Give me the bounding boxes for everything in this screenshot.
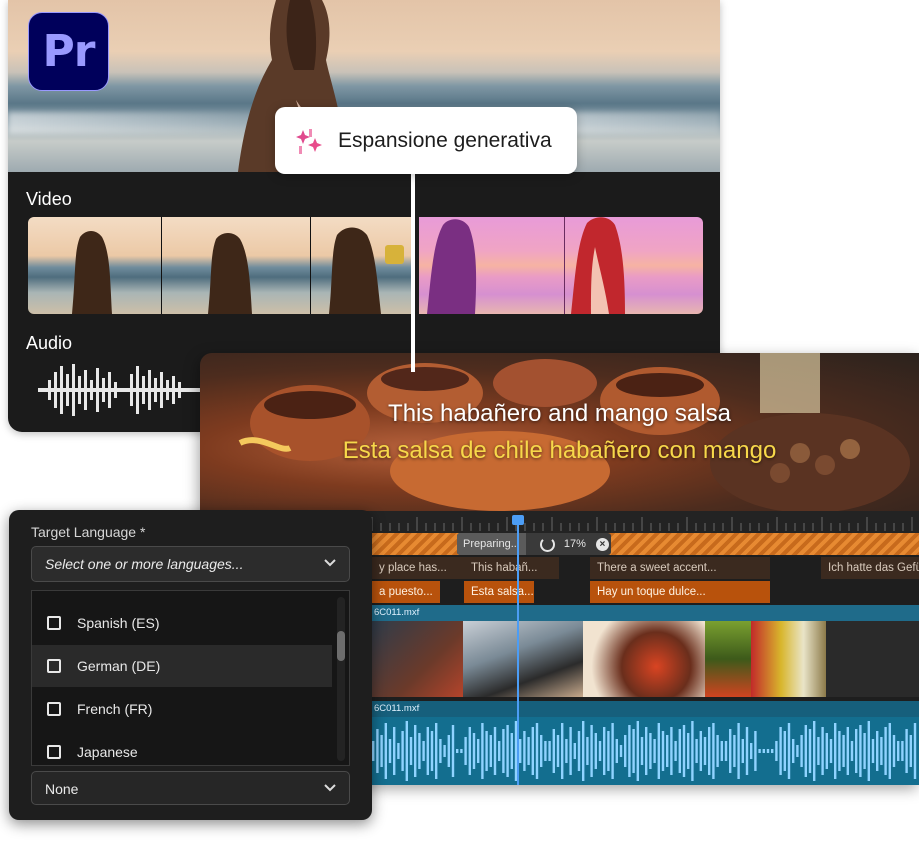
language-option-label: Japanese: [77, 744, 138, 760]
language-option-label: German (DE): [77, 658, 161, 674]
language-option-french[interactable]: French (FR): [32, 688, 332, 730]
generative-sparkle-icon: [296, 128, 322, 154]
loading-spinner-icon: [539, 536, 555, 552]
target-language-label: Target Language *: [31, 524, 146, 540]
caption-clip[interactable]: y place has...: [372, 557, 467, 579]
caption-track-translated: a puesto... Esta salsa... Hay un toque d…: [372, 581, 919, 603]
video-track[interactable]: [372, 621, 919, 697]
caption-clip[interactable]: There a sweet accent...: [590, 557, 770, 579]
scrollbar-thumb[interactable]: [337, 631, 345, 661]
video-clip-header[interactable]: 6C011.mxf: [372, 605, 919, 621]
checkbox[interactable]: [47, 745, 61, 759]
audio-track-waveform[interactable]: [372, 717, 919, 785]
audio-section-label: Audio: [26, 333, 73, 353]
generative-extend-text: Espansione generativa: [338, 128, 552, 152]
video-section-label: Video: [26, 189, 72, 209]
video-thumbnail: [28, 217, 162, 314]
preparing-label: Preparing...: [457, 533, 526, 555]
chevron-down-icon: [324, 784, 336, 792]
video-track-thumbnail: [705, 621, 751, 697]
generated-thumbnail: [419, 217, 565, 314]
caption-spanish: Esta salsa de chile habañero con mango: [342, 437, 777, 464]
generated-clip-thumbnails[interactable]: [419, 217, 703, 314]
scrollbar-track[interactable]: [337, 597, 345, 761]
caption-clip[interactable]: Ich hatte das Gefü: [821, 557, 919, 579]
language-option-german[interactable]: German (DE): [32, 645, 332, 687]
audio-clip-header[interactable]: 6C011.mxf: [372, 701, 919, 717]
premiere-pro-logo: Pr: [28, 12, 109, 91]
caption-clip[interactable]: Esta salsa...: [464, 581, 534, 603]
chevron-down-icon: [324, 559, 336, 567]
secondary-select-value: None: [45, 781, 79, 797]
generative-extend-label: Espansione generativa: [275, 107, 577, 174]
video-track-thumbnail: [751, 621, 826, 697]
salsa-preview-image: [200, 353, 919, 511]
caption-english: This habañero and mango salsa: [388, 400, 731, 427]
caption-track-source: y place has... This habañ... There a swe…: [372, 557, 919, 579]
audio-waveform: [38, 364, 208, 416]
video-track-thumbnail: [463, 621, 583, 697]
generated-boundary-line: [411, 172, 415, 372]
video-clip-thumbnails[interactable]: [28, 217, 412, 314]
ai-generated-badge-icon: [385, 245, 404, 264]
language-option-label: Spanish (ES): [77, 615, 160, 631]
video-thumbnail: [161, 217, 310, 314]
cancel-icon[interactable]: ×: [595, 537, 609, 551]
secondary-select[interactable]: None: [31, 771, 350, 805]
language-select[interactable]: Select one or more languages...: [31, 546, 350, 582]
video-thumbnail: [309, 217, 412, 314]
language-option-spanish[interactable]: Spanish (ES): [32, 602, 332, 644]
language-select-placeholder: Select one or more languages...: [45, 556, 244, 572]
playhead-handle[interactable]: [512, 515, 524, 525]
video-track-thumbnail: [372, 621, 463, 697]
caption-clip[interactable]: Hay un toque dulce...: [590, 581, 770, 603]
checkbox[interactable]: [47, 659, 61, 673]
target-language-panel: Target Language * Select one or more lan…: [9, 510, 372, 820]
checkbox[interactable]: [47, 702, 61, 716]
language-option-japanese[interactable]: Japanese: [32, 731, 332, 765]
caption-clip[interactable]: This habañ...: [464, 557, 559, 579]
language-option-label: French (FR): [77, 701, 153, 717]
caption-clip[interactable]: a puesto...: [372, 581, 440, 603]
progress-percent: 17%: [563, 538, 586, 550]
language-options-list[interactable]: Spanish (ES) German (DE) French (FR) Jap…: [31, 590, 350, 766]
preparing-progress: Preparing... 17% ×: [457, 533, 611, 555]
video-track-thumbnail: [583, 621, 705, 697]
checkbox[interactable]: [47, 616, 61, 630]
translation-progress-track: [372, 533, 919, 555]
generated-thumbnail: [564, 217, 703, 314]
playhead-line: [517, 525, 519, 785]
